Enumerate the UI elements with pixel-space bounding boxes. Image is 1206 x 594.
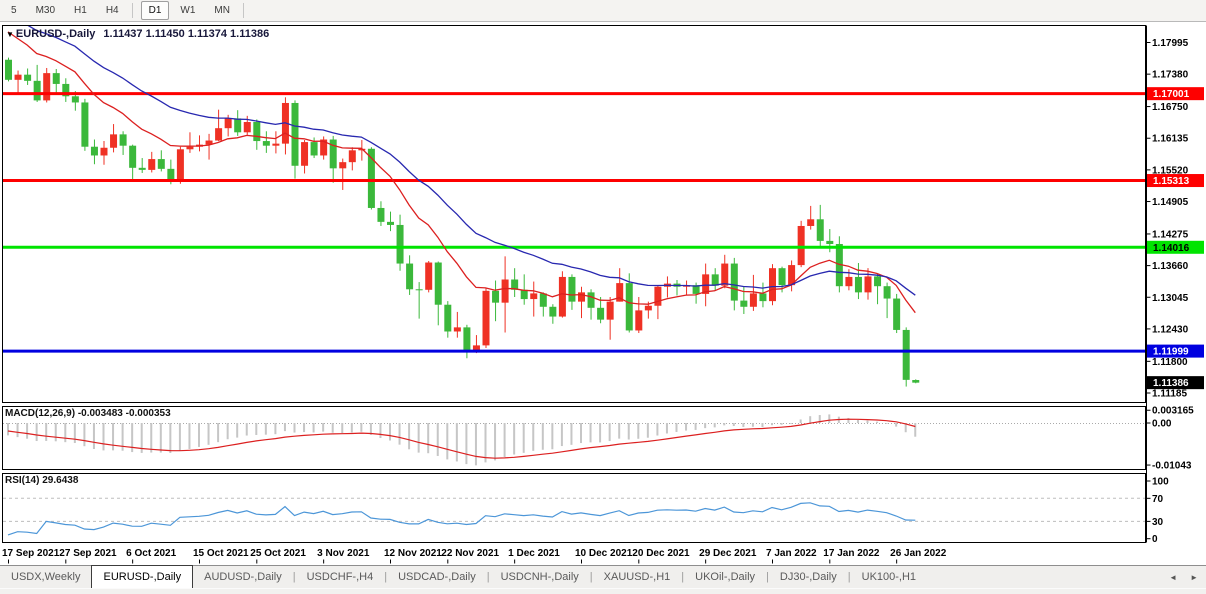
tab-scroll-right-icon[interactable]: ► — [1190, 573, 1198, 582]
date-label: 1 Dec 2021 — [508, 548, 560, 559]
svg-text:100: 100 — [1152, 477, 1169, 488]
timeframe-button-mn[interactable]: MN — [206, 1, 238, 20]
rsi-name: RSI(14) — [5, 475, 39, 486]
svg-text:1.12430: 1.12430 — [1152, 324, 1189, 335]
tab-audusd-daily[interactable]: AUDUSD-,Daily — [193, 566, 293, 588]
tab-usdcad-daily[interactable]: USDCAD-,Daily — [387, 566, 487, 588]
chart-title: ▼EURUSD-,Daily 1.11437 1.11450 1.11374 1.… — [6, 28, 269, 40]
svg-text:1.16750: 1.16750 — [1152, 102, 1189, 113]
date-label: 17 Jan 2022 — [823, 548, 880, 559]
svg-text:1.11185: 1.11185 — [1152, 388, 1187, 399]
tab-scroll-left-icon[interactable]: ◄ — [1169, 573, 1177, 582]
toolbar-separator — [132, 3, 133, 18]
date-label: 20 Dec 2021 — [632, 548, 690, 559]
tab-usdx-weekly[interactable]: USDX,Weekly — [0, 566, 91, 588]
date-label: 26 Jan 2022 — [890, 548, 947, 559]
chart-symbol-label: EURUSD-,Daily — [16, 28, 95, 40]
date-label: 10 Dec 2021 — [575, 548, 633, 559]
svg-text:1.14905: 1.14905 — [1152, 197, 1189, 208]
timeframe-button-5[interactable]: 5 — [3, 1, 25, 20]
timeframe-button-w1[interactable]: W1 — [172, 1, 203, 20]
date-label: 15 Oct 2021 — [193, 548, 249, 559]
svg-text:0.00: 0.00 — [1152, 419, 1172, 430]
rsi-panel-label: RSI(14) 29.6438 — [5, 475, 78, 486]
macd-values: -0.003483 -0.000353 — [78, 408, 171, 419]
chart-ohlc-values: 1.11437 1.11450 1.11374 1.11386 — [103, 28, 269, 40]
timeframe-button-m30[interactable]: M30 — [28, 1, 63, 20]
timeframe-toolbar: 5M30H1H4 D1W1MN — [0, 0, 1206, 22]
timeframe-button-h1[interactable]: H1 — [66, 1, 95, 20]
date-label: 6 Oct 2021 — [126, 548, 176, 559]
svg-text:1.17001: 1.17001 — [1153, 89, 1190, 100]
chart-tabbar: USDX,WeeklyEURUSD-,DailyAUDUSD-,Daily|US… — [0, 565, 1206, 588]
timeframe-button-d1[interactable]: D1 — [141, 1, 170, 20]
svg-text:30: 30 — [1152, 517, 1164, 528]
svg-text:1.11386: 1.11386 — [1153, 378, 1189, 389]
svg-text:1.16135: 1.16135 — [1152, 134, 1189, 145]
date-label: 29 Dec 2021 — [699, 548, 757, 559]
svg-text:-0.01043: -0.01043 — [1152, 461, 1192, 472]
tab-ukoil-daily[interactable]: UKOil-,Daily — [684, 566, 766, 588]
date-label: 27 Sep 2021 — [59, 548, 117, 559]
tab-eurusd-daily[interactable]: EURUSD-,Daily — [91, 565, 193, 588]
svg-text:1.11800: 1.11800 — [1152, 357, 1188, 368]
date-label: 22 Nov 2021 — [441, 548, 499, 559]
svg-text:1.14275: 1.14275 — [1152, 229, 1189, 240]
svg-text:1.13660: 1.13660 — [1152, 261, 1189, 272]
tab-dj30-daily[interactable]: DJ30-,Daily — [769, 566, 848, 588]
toolbar-separator — [243, 3, 244, 18]
rsi-value: 29.6438 — [42, 475, 78, 486]
macd-name: MACD(12,26,9) — [5, 408, 75, 419]
svg-text:1.17995: 1.17995 — [1152, 38, 1189, 49]
svg-text:1.11999: 1.11999 — [1153, 347, 1189, 358]
tab-usdcnh-daily[interactable]: USDCNH-,Daily — [490, 566, 590, 588]
price-chart-canvas[interactable]: 1.179951.173801.167501.161351.155201.149… — [0, 0, 1206, 594]
svg-text:0.003165: 0.003165 — [1152, 406, 1194, 417]
svg-text:1.15313: 1.15313 — [1153, 176, 1190, 187]
symbol-marker-icon: ▼ — [6, 30, 14, 39]
date-label: 17 Sep 2021 — [2, 548, 60, 559]
status-strip — [0, 588, 1206, 594]
svg-text:0: 0 — [1152, 534, 1158, 545]
svg-text:70: 70 — [1152, 494, 1164, 505]
timeframe-button-h4[interactable]: H4 — [98, 1, 127, 20]
tab-usdchf-h4[interactable]: USDCHF-,H4 — [296, 566, 385, 588]
date-label: 3 Nov 2021 — [317, 548, 370, 559]
date-label: 12 Nov 2021 — [384, 548, 442, 559]
date-label: 25 Oct 2021 — [250, 548, 306, 559]
tab-xauusd-h1[interactable]: XAUUSD-,H1 — [593, 566, 682, 588]
mt4-window: 1.179951.173801.167501.161351.155201.149… — [0, 0, 1206, 594]
svg-text:1.17380: 1.17380 — [1152, 70, 1189, 81]
svg-text:1.13045: 1.13045 — [1152, 293, 1189, 304]
svg-text:1.14016: 1.14016 — [1153, 243, 1190, 254]
date-label: 7 Jan 2022 — [766, 548, 817, 559]
tab-uk100-h1[interactable]: UK100-,H1 — [851, 566, 927, 588]
macd-panel-label: MACD(12,26,9) -0.003483 -0.000353 — [5, 408, 171, 419]
